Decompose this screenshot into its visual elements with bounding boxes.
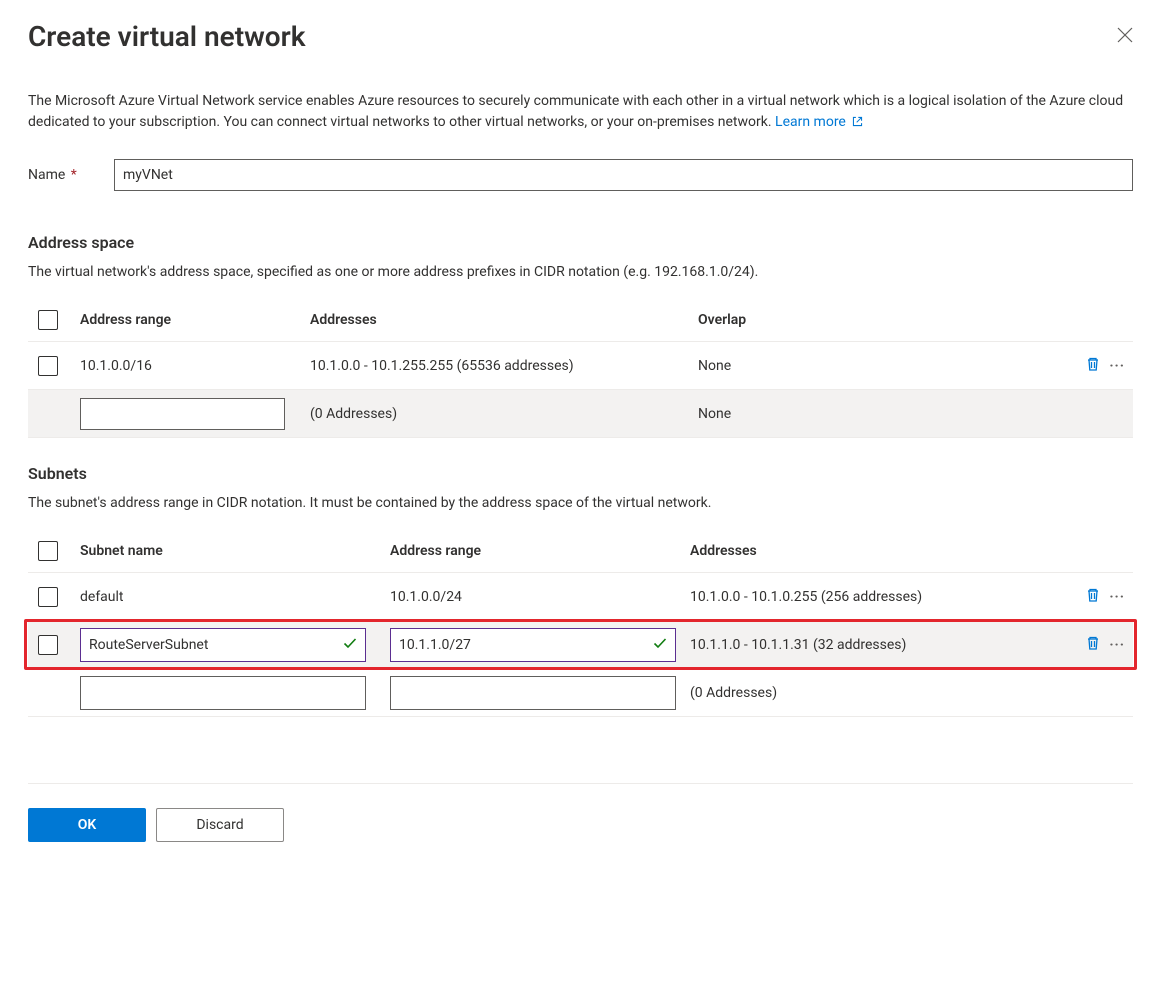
col-address-range: Address range (80, 312, 310, 328)
delete-icon[interactable] (1085, 356, 1101, 376)
learn-more-link[interactable]: Learn more (775, 114, 864, 130)
subnets-header-row: Subnet name Address range Addresses (28, 530, 1133, 572)
row-checkbox[interactable] (38, 635, 58, 655)
subnet-name-input[interactable] (80, 628, 366, 662)
intro-body: The Microsoft Azure Virtual Network serv… (28, 93, 1123, 130)
address-range-input[interactable] (80, 398, 285, 430)
address-space-table: Address range Addresses Overlap 10.1.0.0… (28, 299, 1133, 438)
discard-button[interactable]: Discard (156, 808, 284, 842)
address-space-title: Address space (28, 233, 1133, 252)
row-checkbox[interactable] (38, 356, 58, 376)
col-subnet-addresses: Addresses (690, 543, 1063, 559)
col-subnet-range: Address range (390, 543, 690, 559)
name-field-row: Name * (28, 159, 1133, 191)
delete-icon[interactable] (1085, 635, 1101, 655)
close-icon[interactable] (1117, 27, 1133, 47)
subnet-range-input-empty[interactable] (390, 676, 676, 710)
external-link-icon (851, 114, 864, 135)
intro-text: The Microsoft Azure Virtual Network serv… (28, 91, 1133, 135)
delete-icon[interactable] (1085, 587, 1101, 607)
more-icon[interactable]: ··· (1109, 358, 1125, 374)
address-range-value: 10.1.0.0/16 (80, 358, 310, 374)
empty-overlap-value: None (698, 406, 1063, 422)
address-space-empty-row: (0 Addresses) None (28, 389, 1133, 437)
more-icon[interactable]: ··· (1109, 589, 1125, 605)
subnet-name-input-empty[interactable] (80, 676, 366, 710)
subnet-empty-addresses: (0 Addresses) (690, 685, 1063, 701)
subnet-empty-row: (0 Addresses) (28, 668, 1133, 716)
subnet-addresses-value: 10.1.1.0 - 10.1.1.31 (32 addresses) (690, 637, 1063, 653)
col-overlap: Overlap (698, 312, 1063, 328)
subnet-range-value: 10.1.0.0/24 (390, 589, 690, 605)
empty-addresses-value: (0 Addresses) (310, 406, 698, 422)
address-space-header-checkbox[interactable] (38, 310, 58, 330)
col-addresses: Addresses (310, 312, 698, 328)
name-field-label: Name * (28, 167, 114, 183)
subnet-range-input[interactable] (390, 628, 676, 662)
subnet-name-value: default (80, 589, 390, 605)
learn-more-label: Learn more (775, 114, 846, 130)
more-icon[interactable]: ··· (1109, 637, 1125, 653)
name-label-text: Name (28, 167, 65, 183)
address-space-desc: The virtual network's address space, spe… (28, 262, 1133, 283)
subnets-header-checkbox[interactable] (38, 541, 58, 561)
ok-button[interactable]: OK (28, 808, 146, 842)
header: Create virtual network (28, 20, 1133, 53)
subnets-desc: The subnet's address range in CIDR notat… (28, 493, 1133, 514)
row-checkbox[interactable] (38, 587, 58, 607)
subnet-addresses-value: 10.1.0.0 - 10.1.0.255 (256 addresses) (690, 589, 1063, 605)
name-input[interactable] (114, 159, 1133, 191)
col-subnet-name: Subnet name (80, 543, 390, 559)
subnets-table: Subnet name Address range Addresses defa… (28, 530, 1133, 717)
required-asterisk: * (71, 167, 77, 183)
subnets-title: Subnets (28, 464, 1133, 483)
addresses-value: 10.1.0.0 - 10.1.255.255 (65536 addresses… (310, 358, 698, 374)
footer: OK Discard (28, 783, 1133, 842)
address-space-header-row: Address range Addresses Overlap (28, 299, 1133, 341)
subnet-row-default: default 10.1.0.0/24 10.1.0.0 - 10.1.0.25… (28, 572, 1133, 620)
subnet-row-routeserver: 10.1.1.0 - 10.1.1.31 (32 addresses) ··· (28, 620, 1133, 668)
overlap-value: None (698, 358, 1063, 374)
page-title: Create virtual network (28, 20, 306, 53)
address-space-row: 10.1.0.0/16 10.1.0.0 - 10.1.255.255 (655… (28, 341, 1133, 389)
